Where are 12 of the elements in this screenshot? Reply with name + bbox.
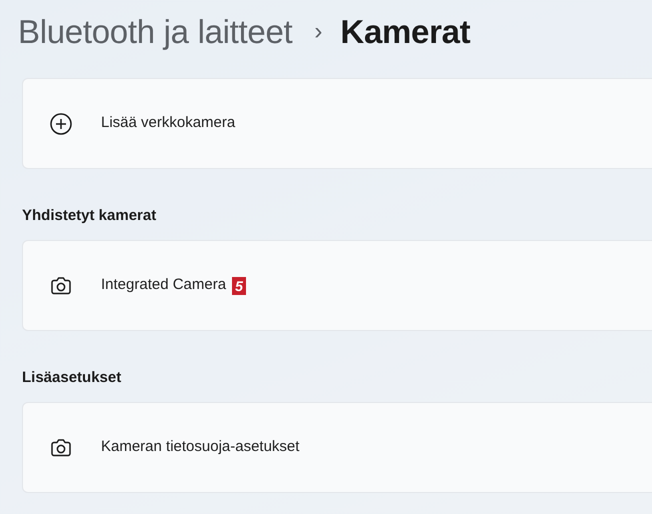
breadcrumb-separator: ›	[314, 17, 322, 47]
row-label: Kameran tietosuoja-asetukset	[101, 437, 300, 458]
settings-row[interactable]: Kameran tietosuoja-asetukset	[22, 402, 652, 493]
row-label: Integrated Camera	[101, 275, 226, 296]
row-label: Lisää verkkokamera	[101, 113, 236, 134]
breadcrumb-link[interactable]: Bluetooth ja laitteet	[18, 7, 292, 57]
section-heading: Yhdistetyt kamerat	[22, 206, 158, 226]
section-heading: Lisäasetukset	[22, 368, 122, 388]
settings-row[interactable]: Integrated Camera 5	[22, 240, 652, 331]
page-title: Kamerat	[340, 12, 470, 52]
step-marker: 5	[232, 276, 246, 294]
settings-row[interactable]: Lisää verkkokamera	[22, 78, 652, 169]
